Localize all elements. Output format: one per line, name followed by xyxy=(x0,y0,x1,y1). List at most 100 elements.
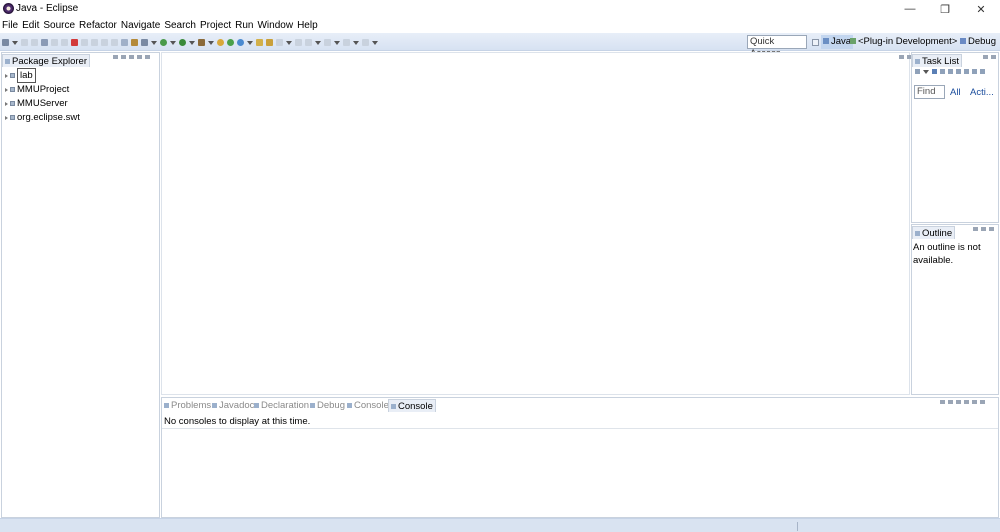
close-button[interactable]: ✕ xyxy=(963,0,999,18)
search-dropdown-icon[interactable] xyxy=(286,40,292,45)
display-console-icon[interactable] xyxy=(948,400,953,404)
forward-icon[interactable] xyxy=(362,39,369,46)
task-find-field[interactable]: Find xyxy=(914,85,945,99)
step-over-icon[interactable] xyxy=(101,39,108,46)
next-annotation-dropdown-icon[interactable] xyxy=(334,40,340,45)
tree-item-mmuproject[interactable]: MMUProject xyxy=(5,83,69,96)
skip-breakpoints-icon[interactable] xyxy=(141,39,148,46)
forward-dropdown-icon[interactable] xyxy=(372,40,378,45)
new-task-dropdown-icon[interactable] xyxy=(923,69,929,74)
menu-refactor[interactable]: Refactor xyxy=(79,18,117,33)
tab-package-explorer[interactable]: Package Explorer xyxy=(2,54,90,67)
collapse-all-icon[interactable] xyxy=(956,69,961,74)
new-task-icon[interactable] xyxy=(915,69,920,74)
print-icon[interactable] xyxy=(41,39,48,46)
step-into-icon[interactable] xyxy=(91,39,98,46)
new-java-class-icon[interactable] xyxy=(237,39,244,46)
tab-outline[interactable]: Outline xyxy=(912,226,956,239)
annotation-dropdown-icon[interactable] xyxy=(315,40,321,45)
minimize-view-icon[interactable] xyxy=(983,55,988,59)
external-tools-icon[interactable] xyxy=(198,39,205,46)
categorized-icon[interactable] xyxy=(932,69,937,74)
tab-declaration[interactable]: Declaration xyxy=(252,399,311,412)
expand-icon[interactable] xyxy=(5,87,8,92)
tree-item-lab[interactable]: lab xyxy=(5,68,36,83)
view-menu-icon[interactable] xyxy=(973,227,978,231)
next-annotation-icon[interactable] xyxy=(324,39,331,46)
run-icon[interactable] xyxy=(179,39,186,46)
view-menu-icon[interactable] xyxy=(129,55,134,59)
open-task-icon[interactable] xyxy=(266,39,273,46)
open-console-icon[interactable] xyxy=(956,400,961,404)
expand-icon[interactable] xyxy=(5,73,8,78)
toggle-breadcrumb-icon[interactable] xyxy=(305,39,312,46)
menu-source[interactable]: Source xyxy=(43,18,75,33)
minimize-button[interactable]: — xyxy=(892,0,928,18)
tab-console[interactable]: Console xyxy=(388,399,436,412)
view-menu-icon[interactable] xyxy=(964,400,969,404)
menu-window[interactable]: Window xyxy=(257,18,293,33)
menu-search[interactable]: Search xyxy=(164,18,196,33)
run-dropdown-icon[interactable] xyxy=(189,40,195,45)
tab-debug[interactable]: Debug xyxy=(308,399,347,412)
tab-task-list[interactable]: Task List xyxy=(912,54,962,67)
toggle-mark-icon[interactable] xyxy=(295,39,302,46)
external-tools-dropdown-icon[interactable] xyxy=(208,40,214,45)
expand-all-icon[interactable] xyxy=(964,69,969,74)
use-step-filters-icon[interactable] xyxy=(131,39,138,46)
maximize-button[interactable]: ❐ xyxy=(927,0,963,18)
maximize-view-icon[interactable] xyxy=(980,400,985,404)
search-icon[interactable] xyxy=(276,39,283,46)
stop-icon[interactable] xyxy=(71,39,78,46)
menu-file[interactable]: File xyxy=(2,18,18,33)
new-class-dropdown-icon[interactable] xyxy=(247,40,253,45)
step-return-icon[interactable] xyxy=(111,39,118,46)
pin-console-icon[interactable] xyxy=(940,400,945,404)
maximize-view-icon[interactable] xyxy=(145,55,150,59)
new-dropdown-icon[interactable] xyxy=(12,40,18,45)
perspective-debug[interactable]: Debug xyxy=(958,35,998,49)
resume-icon[interactable] xyxy=(61,39,68,46)
skip-dropdown-icon[interactable] xyxy=(151,40,157,45)
open-type-icon[interactable] xyxy=(256,39,263,46)
save-all-icon[interactable] xyxy=(31,39,38,46)
scheduled-icon[interactable] xyxy=(940,69,945,74)
tab-console-inactive[interactable]: Console xyxy=(345,399,391,412)
menu-run[interactable]: Run xyxy=(235,18,253,33)
link-with-editor-icon[interactable] xyxy=(121,55,126,59)
menu-edit[interactable]: Edit xyxy=(22,18,39,33)
minimize-view-icon[interactable] xyxy=(899,55,904,59)
back-dropdown-icon[interactable] xyxy=(353,40,359,45)
debug-icon[interactable] xyxy=(160,39,167,46)
back-icon[interactable] xyxy=(343,39,350,46)
quick-access-field[interactable]: Quick Access xyxy=(747,35,807,59)
maximize-view-icon[interactable] xyxy=(991,55,996,59)
editor-area[interactable] xyxy=(161,52,912,395)
perspective-plugin-development[interactable]: <Plug-in Development> xyxy=(848,35,959,49)
new-icon[interactable] xyxy=(2,39,9,46)
tree-item-mmuserver[interactable]: MMUServer xyxy=(5,97,68,110)
new-java-package-icon[interactable] xyxy=(227,39,234,46)
drop-to-frame-icon[interactable] xyxy=(121,39,128,46)
expand-icon[interactable] xyxy=(5,115,8,120)
minimize-view-icon[interactable] xyxy=(972,400,977,404)
menu-help[interactable]: Help xyxy=(297,18,318,33)
task-filter-all-link[interactable]: All xyxy=(950,87,961,98)
view-menu-icon[interactable] xyxy=(980,69,985,74)
sync-icon[interactable] xyxy=(972,69,977,74)
save-icon[interactable] xyxy=(21,39,28,46)
tree-item-org-eclipse-swt[interactable]: org.eclipse.swt xyxy=(5,111,80,124)
new-java-project-icon[interactable] xyxy=(217,39,224,46)
collapse-all-icon[interactable] xyxy=(113,55,118,59)
task-filter-activate-link[interactable]: Acti... xyxy=(970,87,994,98)
menu-navigate[interactable]: Navigate xyxy=(121,18,160,33)
tab-javadoc[interactable]: Javadoc xyxy=(210,399,256,412)
minimize-view-icon[interactable] xyxy=(981,227,986,231)
terminate-icon[interactable] xyxy=(51,39,58,46)
disconnect-icon[interactable] xyxy=(81,39,88,46)
open-perspective-icon[interactable] xyxy=(812,39,819,46)
maximize-view-icon[interactable] xyxy=(989,227,994,231)
focus-icon[interactable] xyxy=(948,69,953,74)
debug-dropdown-icon[interactable] xyxy=(170,40,176,45)
expand-icon[interactable] xyxy=(5,101,8,106)
